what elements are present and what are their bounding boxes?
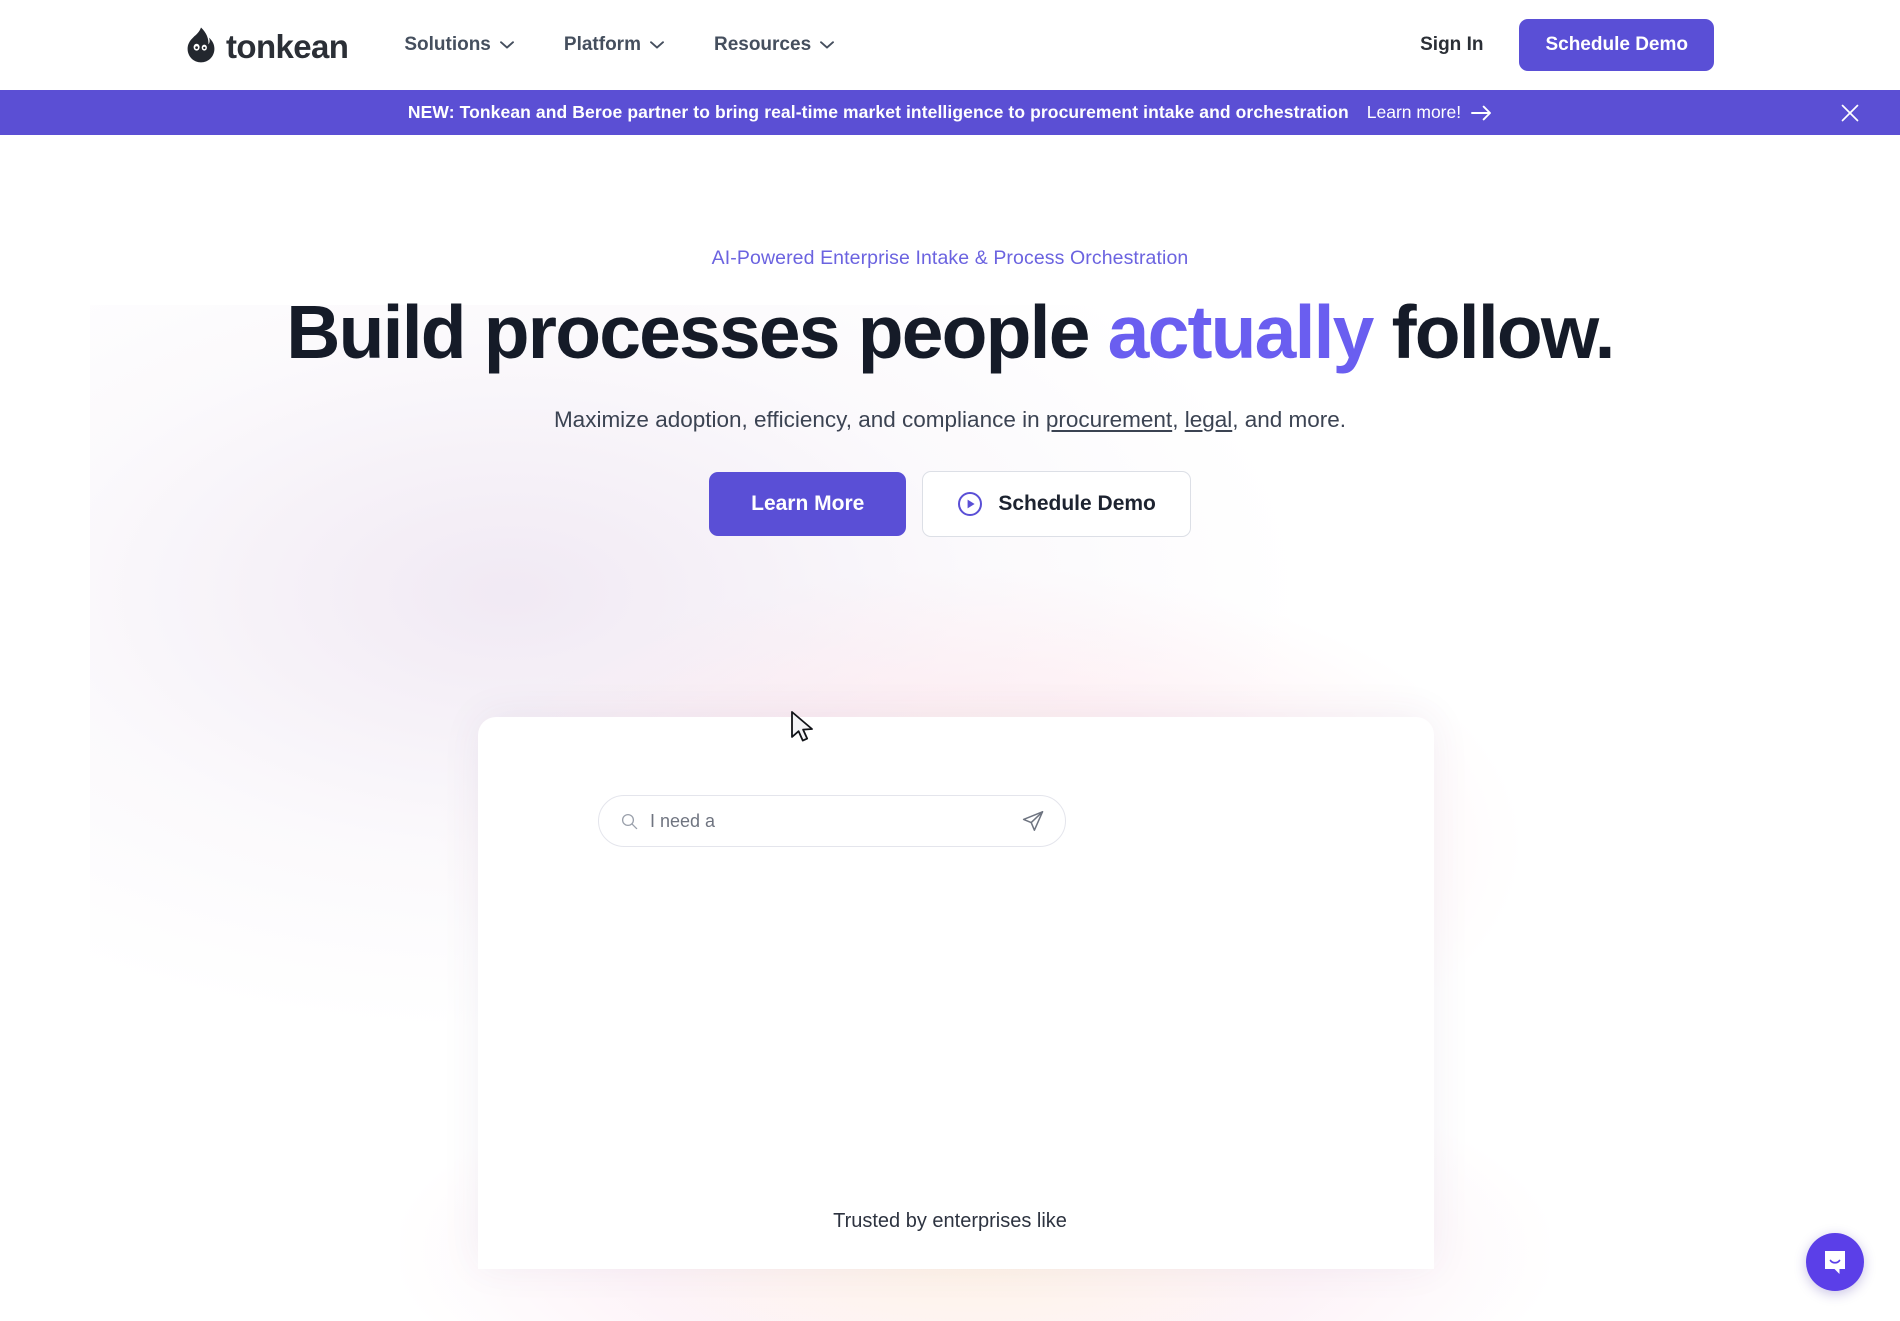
hero-subheadline: Maximize adoption, efficiency, and compl… bbox=[0, 407, 1900, 433]
subhead-link-procurement[interactable]: procurement bbox=[1046, 407, 1172, 432]
chat-bubble-icon bbox=[1825, 1251, 1845, 1274]
nav-item-platform[interactable]: Platform bbox=[564, 34, 664, 56]
flame-logo-icon bbox=[187, 27, 215, 63]
trusted-by-label: Trusted by enterprises like bbox=[833, 1210, 1067, 1232]
sign-in-link[interactable]: Sign In bbox=[1420, 34, 1483, 56]
chevron-down-icon bbox=[820, 41, 835, 49]
mouse-cursor bbox=[791, 711, 813, 742]
announcement-text: NEW: Tonkean and Beroe partner to bring … bbox=[407, 102, 1349, 122]
page-root: tonkean Solutions Platform Resources Sig… bbox=[0, 0, 1900, 1321]
subhead-part-1: Maximize adoption, efficiency, and compl… bbox=[553, 407, 1046, 432]
site-header: tonkean Solutions Platform Resources Sig… bbox=[0, 0, 1900, 90]
header-actions: Sign In Schedule Demo bbox=[1420, 19, 1714, 71]
nav-item-solutions[interactable]: Solutions bbox=[404, 34, 514, 56]
announcement-banner: NEW: Tonkean and Beroe partner to bring … bbox=[0, 90, 1900, 135]
play-circle-icon bbox=[958, 492, 983, 516]
announcement-learn-more-link[interactable]: Learn more! bbox=[1367, 102, 1492, 123]
announcement-content: NEW: Tonkean and Beroe partner to bring … bbox=[408, 102, 1492, 123]
nav-item-resources[interactable]: Resources bbox=[713, 34, 835, 56]
product-search-input[interactable]: I need a bbox=[598, 795, 1066, 847]
search-icon bbox=[621, 813, 638, 829]
nav-label-platform: Platform bbox=[563, 34, 641, 55]
hero-section: AI-Powered Enterprise Intake & Process O… bbox=[0, 135, 1900, 1321]
schedule-demo-button-header[interactable]: Schedule Demo bbox=[1519, 19, 1714, 71]
trusted-by-section: Trusted by enterprises like bbox=[0, 1210, 1900, 1233]
chat-widget-button[interactable] bbox=[1806, 1233, 1864, 1291]
schedule-demo-hero-label: Schedule Demo bbox=[998, 492, 1156, 515]
arrow-right-icon bbox=[1471, 105, 1492, 120]
headline-accent-word: actually bbox=[1107, 290, 1375, 374]
nav-label-solutions: Solutions bbox=[404, 34, 491, 55]
learn-more-button[interactable]: Learn More bbox=[709, 472, 907, 536]
send-icon[interactable] bbox=[1021, 809, 1045, 833]
hero-eyebrow: AI-Powered Enterprise Intake & Process O… bbox=[711, 247, 1189, 269]
hero-headline: Build processes people actually follow. bbox=[0, 292, 1900, 373]
nav-label-resources: Resources bbox=[713, 34, 812, 55]
subhead-link-legal[interactable]: legal bbox=[1185, 407, 1233, 432]
product-preview-card: I need a bbox=[478, 717, 1434, 1269]
chevron-down-icon bbox=[499, 41, 514, 49]
announcement-link-label: Learn more! bbox=[1366, 102, 1462, 122]
hero-cta-row: Learn More Schedule Demo bbox=[0, 471, 1900, 537]
product-search-placeholder-text: I need a bbox=[650, 810, 716, 831]
headline-part-2: follow. bbox=[1372, 290, 1616, 374]
schedule-demo-button-hero[interactable]: Schedule Demo bbox=[922, 471, 1191, 537]
tonkean-logo[interactable]: tonkean bbox=[186, 27, 349, 65]
close-icon[interactable] bbox=[1838, 101, 1862, 125]
subhead-separator: , bbox=[1172, 407, 1185, 432]
logo-wordmark: tonkean bbox=[226, 27, 349, 65]
subhead-part-2: , and more. bbox=[1232, 407, 1347, 432]
hero-content: AI-Powered Enterprise Intake & Process O… bbox=[0, 135, 1900, 537]
headline-part-1: Build processes people bbox=[286, 290, 1108, 374]
main-nav: Solutions Platform Resources bbox=[404, 34, 835, 56]
chevron-down-icon bbox=[650, 41, 664, 49]
